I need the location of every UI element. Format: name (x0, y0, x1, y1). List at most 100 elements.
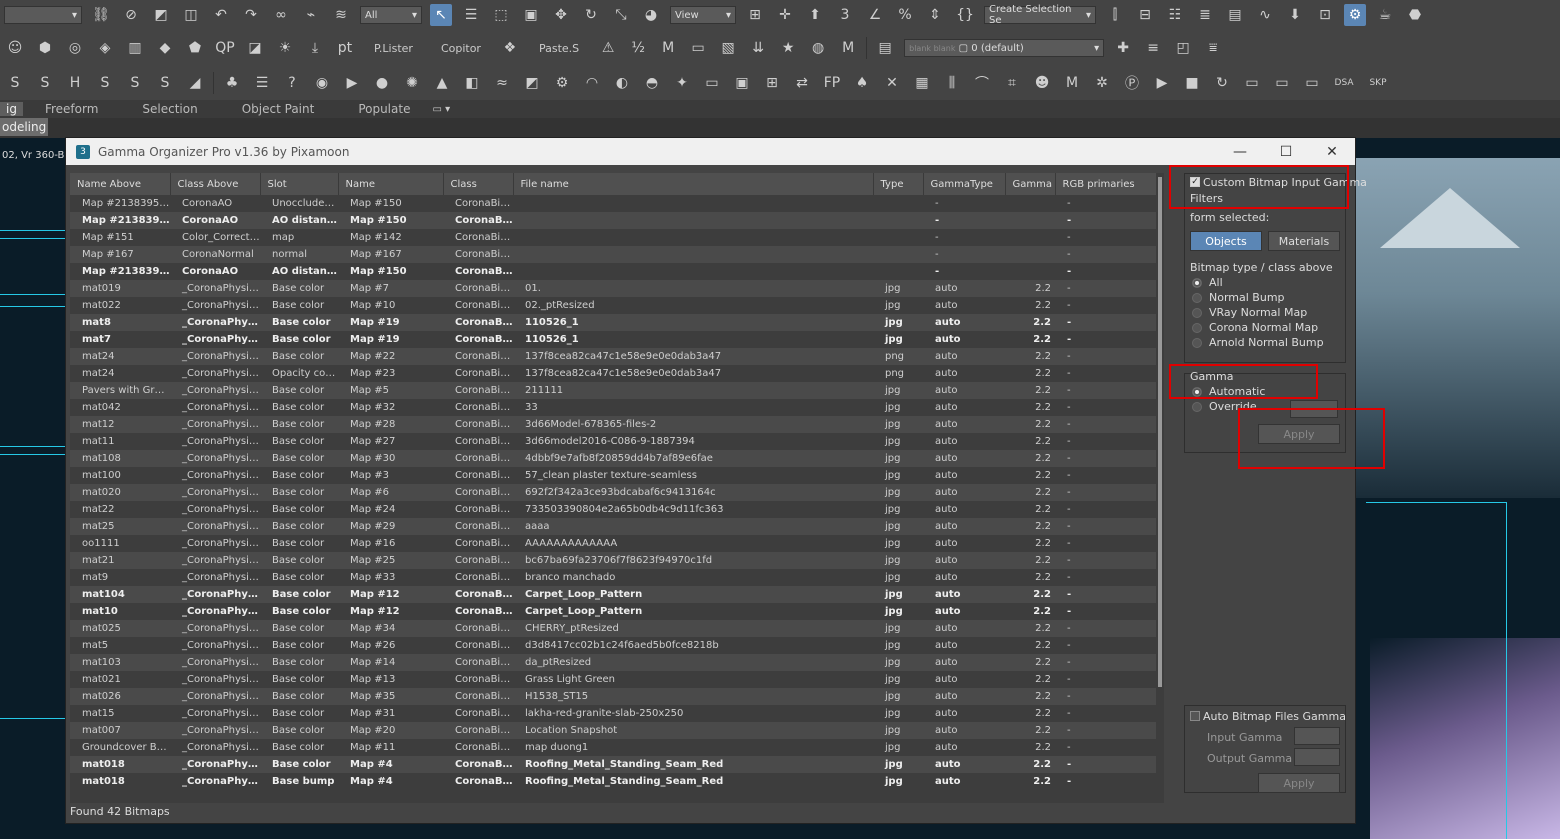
window-titlebar[interactable]: 3 Gamma Organizer Pro v1.36 by Pixamoon … (66, 138, 1355, 165)
mr2-icon[interactable]: M (837, 37, 859, 59)
m-icon[interactable]: M (1061, 72, 1083, 94)
table-row[interactable]: mat018 _CoronaPhysi... Base bump Map #4 Coro… (70, 773, 1156, 790)
table-row[interactable]: mat042 _CoronaPhysic... Base color Map #32 C… (70, 399, 1156, 416)
sini-4-icon[interactable]: S (124, 72, 146, 94)
move-icon[interactable]: ✥ (550, 4, 572, 26)
column-header[interactable]: Name Above (70, 173, 171, 195)
frame-icon[interactable]: ◪ (244, 37, 266, 59)
copitor-label[interactable]: Copitor (441, 42, 481, 55)
proxy-icon[interactable]: ◧ (461, 72, 483, 94)
layer-dropdown[interactable]: blank blank ▢ 0 (default) ▾ (904, 39, 1105, 57)
list-icon[interactable]: ☰ (251, 72, 273, 94)
auto-gamma-checkbox[interactable] (1190, 711, 1200, 721)
table-row[interactable]: mat24 _CoronaPhysic... Base color Map #22 Co… (70, 348, 1156, 365)
sini-hdri-icon[interactable]: H (64, 72, 86, 94)
table-row[interactable]: mat020 _CoronaPhysic... Base color Map #6 Co… (70, 484, 1156, 501)
p-icon[interactable]: Ⓟ (1121, 72, 1143, 94)
grid-diamond-icon[interactable]: ◆ (154, 37, 176, 59)
table-row[interactable]: mat104 _CoronaPhysi... Base color Map #12 Co… (70, 586, 1156, 603)
select-by-name-icon[interactable]: ☰ (460, 4, 482, 26)
light-icon[interactable]: ● (371, 72, 393, 94)
selection-set-dropdown[interactable]: Create Selection Se ▾ (984, 4, 1096, 26)
column-header[interactable]: Gamma (1005, 173, 1056, 195)
tape-icon[interactable]: ▥ (124, 37, 146, 59)
sync-icon[interactable]: ⇄ (791, 72, 813, 94)
table-row[interactable]: mat026 _CoronaPhysic... Base color Map #35 C… (70, 688, 1156, 705)
redo-icon[interactable]: ↷ (240, 4, 262, 26)
select-object-icon[interactable]: ↖ (430, 4, 452, 26)
column-header[interactable]: GammaType (923, 173, 1006, 195)
table-row[interactable]: mat25 _CoronaPhysic... Base color Map #29 Co… (70, 518, 1156, 535)
bind-icon[interactable]: ◩ (150, 4, 172, 26)
table-row[interactable]: mat15 _CoronaPhysic... Base color Map #31 Co… (70, 705, 1156, 722)
sun-icon[interactable]: ☀ (274, 37, 296, 59)
drop-icon[interactable]: ⇊ (747, 37, 769, 59)
table-scrollbar[interactable] (1156, 173, 1164, 803)
hex-icon[interactable]: ⬢ (34, 37, 56, 59)
table-row[interactable]: mat103 _CoronaPhysic... Base color Map #14 C… (70, 654, 1156, 671)
bitmap-type-radio-normal-bump[interactable] (1192, 293, 1202, 303)
skp-icon[interactable]: SKP (1365, 72, 1391, 94)
sini-1-icon[interactable]: S (4, 72, 26, 94)
wave-icon[interactable]: ≈ (491, 72, 513, 94)
column-header[interactable]: Class (443, 173, 514, 195)
gear-icon[interactable]: ⚙ (551, 72, 573, 94)
video-icon[interactable]: ▶ (341, 72, 363, 94)
smiley-icon[interactable]: ☺ (4, 37, 26, 59)
frame-buffer-icon[interactable]: ▭ (701, 72, 723, 94)
chat2-icon[interactable]: ▭ (1271, 72, 1293, 94)
table-row[interactable]: mat9 _CoronaPhysic... Base color Map #33 Cor… (70, 569, 1156, 586)
fp-icon[interactable]: FP (821, 72, 843, 94)
keyboard-shortcut-icon[interactable]: ⬆ (804, 4, 826, 26)
select-layer-icon[interactable]: ◰ (1172, 37, 1194, 59)
bulb-icon[interactable]: ✦ (671, 72, 693, 94)
table-row[interactable]: mat025 _CoronaPhysic... Base color Map #34 C… (70, 620, 1156, 637)
table-row[interactable]: oo1111 _CoronaPhysic... Base color Map #16 C… (70, 535, 1156, 552)
sphere-icon[interactable]: ◐ (611, 72, 633, 94)
column-header[interactable]: Slot (260, 173, 339, 195)
warning-icon[interactable]: ⚠ (597, 37, 619, 59)
image-icon[interactable]: ▧ (717, 37, 739, 59)
tab-modeling[interactable]: ig (0, 102, 23, 116)
tab-populate[interactable]: Populate (336, 102, 432, 116)
table-row[interactable]: mat5 _CoronaPhysic... Base color Map #26 Cor… (70, 637, 1156, 654)
sphere-grid-icon[interactable]: ❖ (499, 37, 521, 59)
workspace-dropdown[interactable]: ▾ (4, 6, 82, 24)
dsa-icon[interactable]: DSA (1331, 72, 1357, 94)
help-icon[interactable]: ? (281, 72, 303, 94)
window-crossing-icon[interactable]: ▣ (520, 4, 542, 26)
table-row[interactable]: mat100 _CoronaPhysic... Base color Map #3 Co… (70, 467, 1156, 484)
column-header[interactable]: RGB primaries (1055, 173, 1156, 195)
table-row[interactable]: Map #213839... CoronaAO AO distance Map #15… (70, 212, 1156, 229)
pt-icon[interactable]: pt (334, 37, 356, 59)
scale-icon[interactable]: ⤡ (610, 4, 632, 26)
scrollbar-thumb[interactable] (1158, 177, 1162, 687)
tools-icon[interactable]: ✕ (881, 72, 903, 94)
table-row[interactable]: mat019 _CoronaPhysic... Base color Map #7 Co… (70, 280, 1156, 297)
plus-box-icon[interactable]: ⊞ (761, 72, 783, 94)
placement-icon[interactable]: ◕ (640, 4, 662, 26)
table-row[interactable]: mat22 _CoronaPhysic... Base color Map #24 Co… (70, 501, 1156, 518)
materials-button[interactable]: Materials (1268, 231, 1340, 251)
pastes-label[interactable]: Paste.S (539, 42, 579, 55)
material-editor-icon[interactable]: ⬇ (1284, 4, 1306, 26)
sun-light-icon[interactable]: ✺ (401, 72, 423, 94)
add-layer-icon[interactable]: ✚ (1112, 37, 1134, 59)
stack-icon[interactable]: ≡ (1142, 37, 1164, 59)
close-icon[interactable]: ✕ (1309, 144, 1355, 160)
objects-button[interactable]: Objects (1190, 231, 1262, 251)
column-header[interactable]: Class Above (170, 173, 261, 195)
sini-2-icon[interactable]: S (34, 72, 56, 94)
bracket-icon[interactable]: ⌗ (1001, 72, 1023, 94)
render-region-icon[interactable]: ▣ (731, 72, 753, 94)
ribbon-toggle-icon[interactable]: ≣ (1194, 4, 1216, 26)
tree-icon[interactable]: ♣ (221, 72, 243, 94)
table-row[interactable]: mat108 _CoronaPhysic... Base color Map #30 C… (70, 450, 1156, 467)
paint-icon[interactable]: ◓ (641, 72, 663, 94)
undo-icon[interactable]: ↶ (210, 4, 232, 26)
box-icon[interactable]: ◢ (184, 72, 206, 94)
layer-manager-icon[interactable]: ▤ (874, 37, 896, 59)
dome-icon[interactable]: ◠ (581, 72, 603, 94)
forest-icon[interactable]: ♠ (851, 72, 873, 94)
table-row[interactable]: mat8 _CoronaPhysi... Base color Map #19 Coro… (70, 314, 1156, 331)
